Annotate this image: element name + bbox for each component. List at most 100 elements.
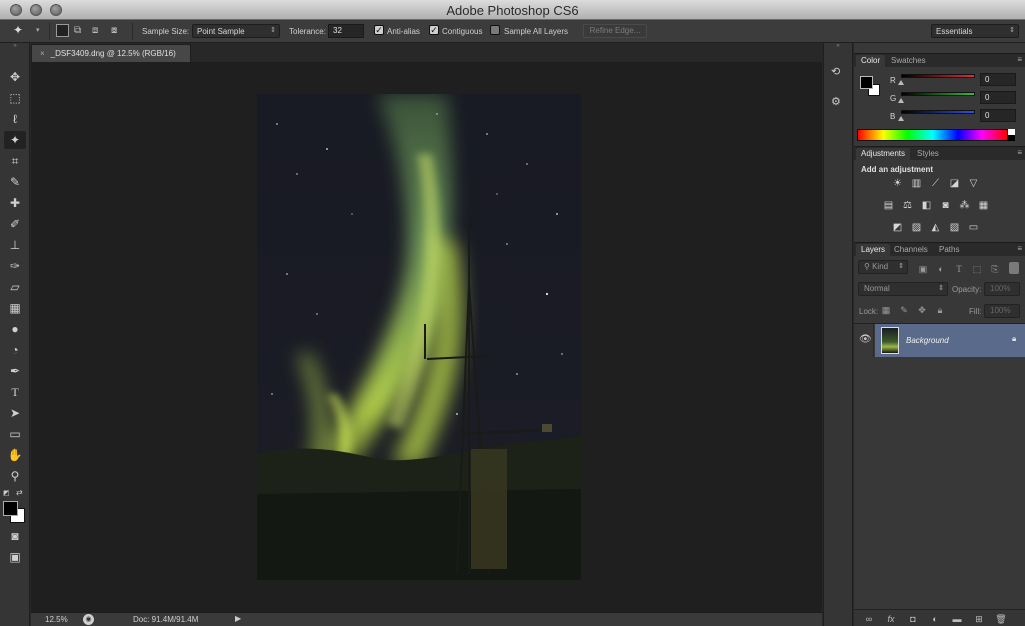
add-mask-icon[interactable]: ◘ xyxy=(906,613,920,625)
levels-icon[interactable]: ▥ xyxy=(910,178,923,189)
red-slider-thumb[interactable] xyxy=(898,80,904,85)
filter-toggle-button[interactable] xyxy=(1009,262,1019,274)
blend-mode-select[interactable]: Normal ⇕ xyxy=(858,282,948,296)
document-tab[interactable]: × _DSF3409.dng @ 12.5% (RGB/16) xyxy=(31,44,191,62)
swap-colors-icon[interactable]: ⇄ xyxy=(16,488,23,497)
clone-stamp-tool-icon[interactable]: ⊥ xyxy=(4,236,26,254)
zoom-tool-icon[interactable]: ⚲ xyxy=(4,467,26,485)
magic-wand-tool-icon[interactable]: ✦ xyxy=(4,131,26,149)
new-adjustment-layer-icon[interactable]: ◐ xyxy=(928,613,942,625)
panel-menu-icon[interactable]: ≡ xyxy=(1017,148,1022,157)
dodge-tool-icon[interactable]: ◔ xyxy=(4,341,26,359)
red-value-input[interactable]: 0 xyxy=(980,73,1016,86)
screen-mode-icon[interactable]: ▣ xyxy=(4,548,26,566)
subtract-from-selection-icon[interactable]: ⧈ xyxy=(92,24,105,37)
hue-saturation-icon[interactable]: ▤ xyxy=(882,200,895,211)
history-panel-icon[interactable]: ⟲ xyxy=(831,65,845,79)
new-layer-icon[interactable]: ⊞ xyxy=(972,613,986,625)
canvas[interactable] xyxy=(31,62,822,612)
intersect-selection-icon[interactable]: ⧇ xyxy=(111,24,124,37)
channel-mixer-icon[interactable]: ⁂ xyxy=(958,200,971,211)
eyedropper-tool-icon[interactable]: ✎ xyxy=(4,173,26,191)
anti-alias-checkbox[interactable]: ✓ xyxy=(374,25,384,35)
gradient-tool-icon[interactable]: ▦ xyxy=(4,299,26,317)
default-colors-icon[interactable]: ◩ xyxy=(3,489,10,497)
healing-brush-tool-icon[interactable]: ✚ xyxy=(4,194,26,212)
filter-adjustment-icon[interactable]: ◐ xyxy=(935,263,947,275)
crop-tool-icon[interactable]: ⌗ xyxy=(4,152,26,170)
ramp-black-swatch[interactable] xyxy=(1008,135,1015,141)
opacity-input[interactable]: 100% xyxy=(984,282,1020,296)
lock-image-icon[interactable]: ✎ xyxy=(898,304,910,316)
blur-tool-icon[interactable]: ● xyxy=(4,320,26,338)
tab-channels[interactable]: Channels xyxy=(889,244,933,257)
lock-all-icon[interactable]: 🔒︎ xyxy=(934,304,946,316)
link-layers-icon[interactable]: ∞ xyxy=(862,613,876,625)
tab-color[interactable]: Color xyxy=(856,55,886,68)
red-slider[interactable] xyxy=(901,74,975,78)
sample-size-select[interactable]: Point Sample ⇕ xyxy=(192,24,280,38)
tab-paths[interactable]: Paths xyxy=(934,244,964,257)
brush-tool-icon[interactable]: ✐ xyxy=(4,215,26,233)
properties-panel-icon[interactable]: ⚙ xyxy=(831,95,845,109)
workspace-select[interactable]: Essentials ⇕ xyxy=(931,24,1019,38)
move-tool-icon[interactable]: ✥ xyxy=(4,68,26,86)
tab-swatches[interactable]: Swatches xyxy=(886,55,931,68)
brightness-contrast-icon[interactable]: ☀ xyxy=(891,178,904,189)
history-brush-tool-icon[interactable]: ✑ xyxy=(4,257,26,275)
vibrance-icon[interactable]: ▽ xyxy=(967,178,980,189)
panel-menu-icon[interactable]: ≡ xyxy=(1017,55,1022,64)
eye-icon[interactable]: 👁︎ xyxy=(859,334,872,345)
add-to-selection-icon[interactable]: ⧉ xyxy=(74,24,87,37)
tab-styles[interactable]: Styles xyxy=(912,148,944,161)
filter-shape-icon[interactable]: ⬚ xyxy=(971,263,983,275)
type-tool-icon[interactable]: T xyxy=(4,383,26,401)
new-group-icon[interactable]: ▬ xyxy=(950,613,964,625)
status-arrow-icon[interactable]: ▶ xyxy=(235,614,241,623)
filter-pixel-icon[interactable]: ▣ xyxy=(917,263,929,275)
pen-tool-icon[interactable]: ✒ xyxy=(4,362,26,380)
gradient-map-icon[interactable]: ▭ xyxy=(967,222,980,233)
exposure-icon[interactable]: ◪ xyxy=(948,178,961,189)
trash-icon[interactable]: 🗑︎ xyxy=(994,613,1008,625)
filter-type-icon[interactable]: T xyxy=(953,263,965,275)
rectangle-tool-icon[interactable]: ▭ xyxy=(4,425,26,443)
hand-tool-icon[interactable]: ✋ xyxy=(4,446,26,464)
layer-style-fx-icon[interactable]: fx xyxy=(884,613,898,625)
color-lookup-icon[interactable]: ▦ xyxy=(977,200,990,211)
preset-caret-icon[interactable]: ▾ xyxy=(36,26,40,34)
photo-filter-icon[interactable]: ◙ xyxy=(939,200,952,211)
panel-menu-icon[interactable]: ≡ xyxy=(1017,244,1022,253)
green-value-input[interactable]: 0 xyxy=(980,91,1016,104)
eraser-tool-icon[interactable]: ▱ xyxy=(4,278,26,296)
curves-icon[interactable]: ⟋ xyxy=(929,178,942,189)
close-document-icon[interactable]: × xyxy=(40,49,45,58)
blue-slider-thumb[interactable] xyxy=(898,116,904,121)
color-balance-icon[interactable]: ⚖ xyxy=(901,200,914,211)
tab-layers[interactable]: Layers xyxy=(856,244,891,257)
selective-color-icon[interactable]: ▧ xyxy=(948,222,961,233)
layer-filter-kind-select[interactable]: ⚲ Kind ⇕ xyxy=(858,260,908,274)
quick-mask-icon[interactable]: ◙ xyxy=(4,527,26,545)
lock-position-icon[interactable]: ✥ xyxy=(916,304,928,316)
zoom-level[interactable]: 12.5% xyxy=(45,615,68,624)
invert-icon[interactable]: ◩ xyxy=(891,222,904,233)
blue-slider[interactable] xyxy=(901,110,975,114)
new-selection-icon[interactable] xyxy=(56,24,69,37)
dock-collapse-icon[interactable]: « xyxy=(824,43,852,50)
refine-edge-button[interactable]: Refine Edge... xyxy=(583,24,647,38)
status-menu-icon[interactable]: ◉ xyxy=(83,614,94,625)
layer-visibility-cell[interactable]: 👁︎ xyxy=(854,324,874,357)
green-slider-thumb[interactable] xyxy=(898,98,904,103)
lasso-tool-icon[interactable]: ℓ xyxy=(4,110,26,128)
blue-value-input[interactable]: 0 xyxy=(980,109,1016,122)
filter-smart-object-icon[interactable]: ⎘ xyxy=(989,263,1001,275)
green-slider[interactable] xyxy=(901,92,975,96)
black-white-icon[interactable]: ◧ xyxy=(920,200,933,211)
lock-transparent-icon[interactable]: ▦ xyxy=(880,304,892,316)
posterize-icon[interactable]: ▨ xyxy=(910,222,923,233)
tolerance-input[interactable]: 32 xyxy=(328,24,364,38)
foreground-color-swatch[interactable] xyxy=(3,501,18,516)
layer-row[interactable]: 👁︎ Background 🔒︎ xyxy=(854,324,1025,357)
tab-adjustments[interactable]: Adjustments xyxy=(856,148,911,161)
